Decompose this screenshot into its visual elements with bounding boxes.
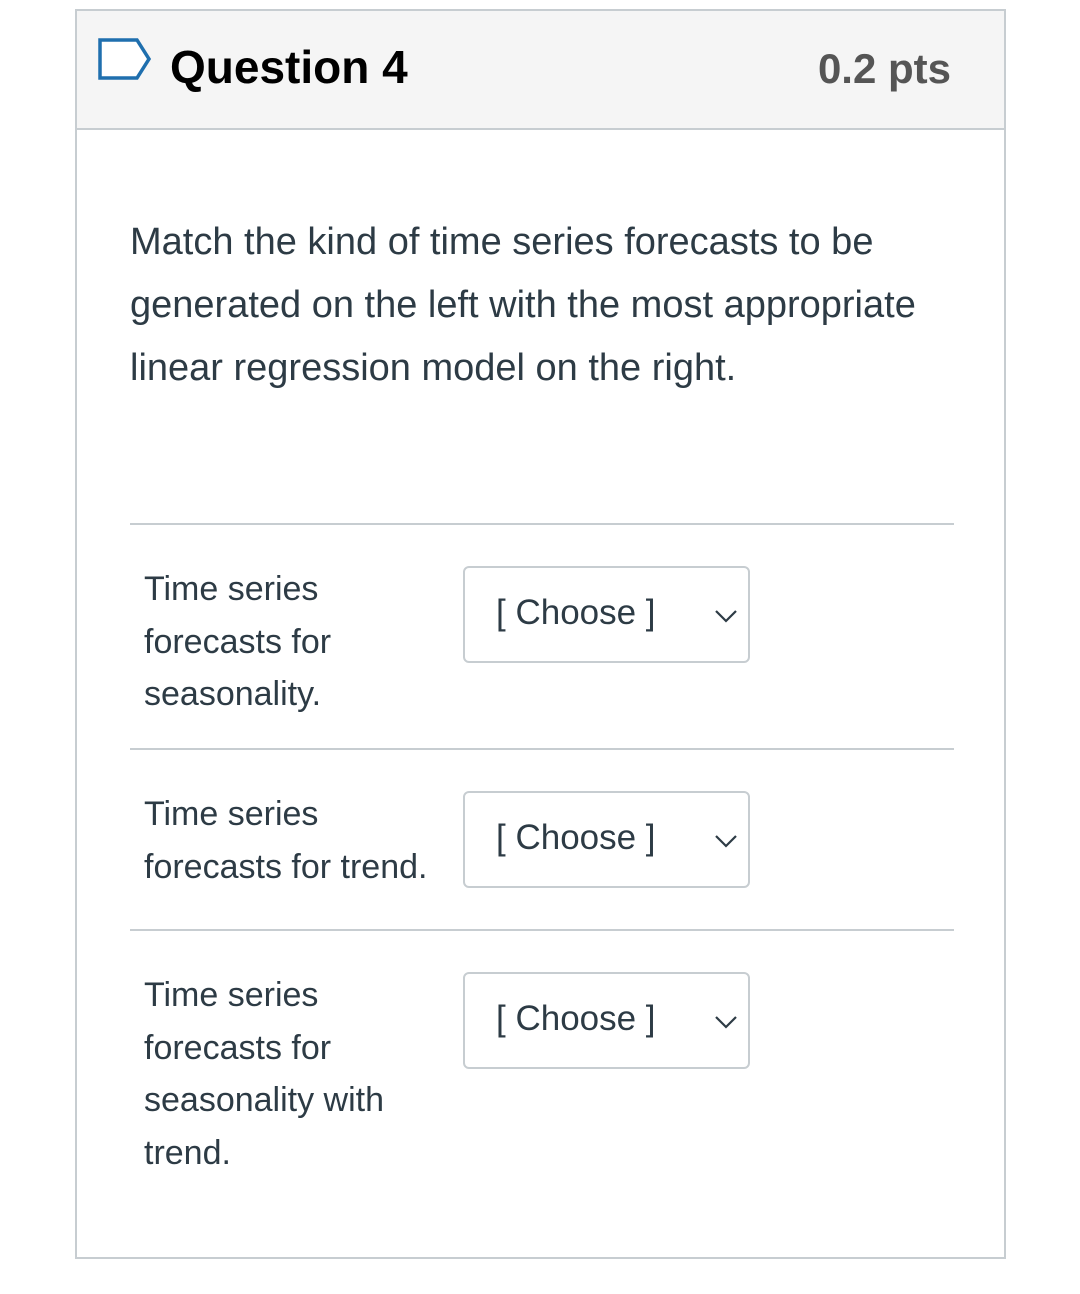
question-card: Question 4 0.2 pts Match the kind of tim… xyxy=(75,9,1006,1259)
divider xyxy=(130,523,954,525)
question-title: Question 4 xyxy=(170,41,408,93)
select-value: [ Choose ] xyxy=(496,818,656,857)
select-value: [ Choose ] xyxy=(496,999,656,1038)
chevron-down-icon xyxy=(715,610,737,623)
match-label-seasonality: Time series forecasts for seasonality. xyxy=(144,570,332,713)
answer-select-seasonality-with-trend[interactable]: [ Choose ] xyxy=(463,972,750,1069)
divider xyxy=(130,929,954,931)
match-label-seasonality-with-trend: Time series forecasts for seasonality wi… xyxy=(144,976,385,1172)
flag-outline-icon[interactable] xyxy=(97,37,153,81)
question-points: 0.2 pts xyxy=(817,45,951,92)
answer-select-seasonality[interactable]: [ Choose ] xyxy=(463,566,750,663)
chevron-down-icon xyxy=(715,835,737,848)
divider xyxy=(130,748,954,750)
chevron-down-icon xyxy=(715,1016,737,1029)
answer-select-trend[interactable]: [ Choose ] xyxy=(463,791,750,888)
question-text: Match the kind of time series forecasts … xyxy=(130,221,916,389)
question-header: Question 4 0.2 pts xyxy=(77,11,1004,130)
match-label-trend: Time series forecasts for trend. xyxy=(144,795,428,886)
select-value: [ Choose ] xyxy=(496,593,656,632)
